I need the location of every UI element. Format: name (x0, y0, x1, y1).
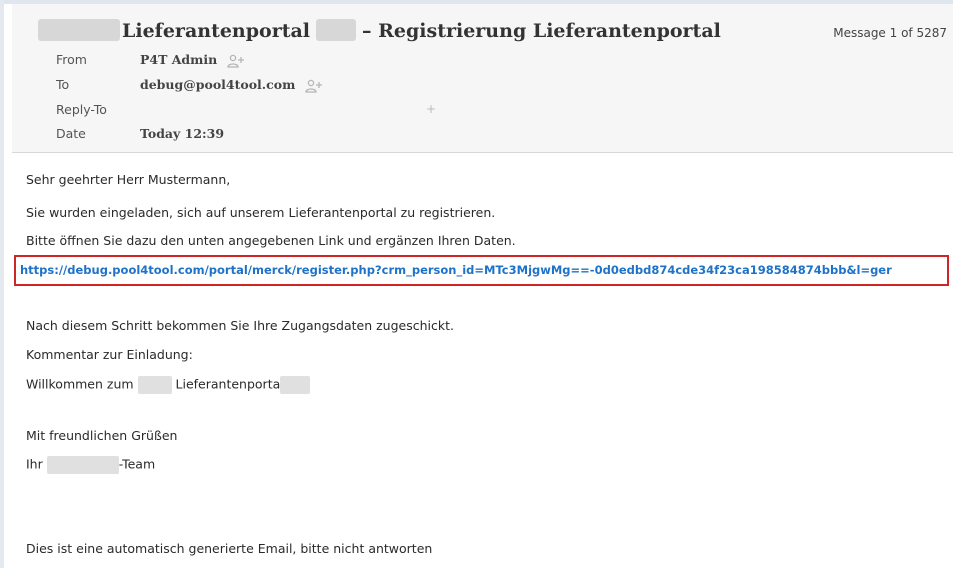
meta-date: Date Today 12:39 (56, 126, 224, 141)
meta-from: From P4T Admin (56, 52, 245, 68)
registration-link[interactable]: https://debug.pool4tool.com/portal/merck… (20, 263, 945, 277)
date-value: Today 12:39 (139, 126, 225, 141)
add-contact-icon[interactable]: + (426, 102, 436, 116)
welcome-middle: Lieferantenporta (175, 376, 281, 392)
to-label: To (56, 77, 70, 92)
reply-to-label: Reply-To (56, 102, 107, 117)
redacted-company (46, 456, 119, 474)
greeting-text: Sehr geehrter Herr Mustermann, (26, 172, 231, 187)
signature-prefix: Ihr (26, 456, 43, 472)
comment-label: Kommentar zur Einladung: (26, 347, 193, 362)
signature-line: Ihr -Team (26, 456, 155, 474)
from-value[interactable]: P4T Admin (140, 52, 217, 67)
welcome-line: Willkommen zum Lieferantenporta (26, 376, 311, 394)
message-counter: Message 1 of 5287 (833, 26, 947, 40)
email-header: Lieferantenportal – Registrierung Liefera… (12, 4, 953, 153)
subject-suffix: – Registrierung Lieferantenportal (362, 20, 721, 42)
redacted-company (280, 376, 311, 394)
registration-link-highlight: https://debug.pool4tool.com/portal/merck… (14, 255, 949, 286)
from-label: From (56, 52, 87, 67)
window-left-border (0, 0, 4, 568)
subject-title: Lieferantenportal (122, 20, 311, 42)
body-line-3: Nach diesem Schritt bekommen Sie Ihre Zu… (26, 318, 454, 333)
redacted-company (38, 19, 120, 41)
person-plus-icon[interactable] (305, 79, 323, 93)
meta-reply-to: Reply-To + (56, 102, 476, 117)
redacted-company (137, 376, 172, 394)
signature-suffix: -Team (118, 456, 156, 472)
to-value[interactable]: debug@pool4tool.com (140, 77, 295, 92)
meta-to: To debug@pool4tool.com (56, 77, 323, 93)
redacted-company (316, 19, 357, 41)
body-line-2: Bitte öffnen Sie dazu den unten angegebe… (26, 233, 516, 248)
closing-text: Mit freundlichen Grüßen (26, 428, 178, 443)
welcome-prefix: Willkommen zum (26, 376, 134, 392)
person-plus-icon[interactable] (227, 54, 245, 68)
footer-note: Dies ist eine automatisch generierte Ema… (26, 541, 433, 556)
email-subject: Lieferantenportal – Registrierung Liefera… (38, 19, 721, 43)
body-line-1: Sie wurden eingeladen, sich auf unserem … (26, 205, 496, 220)
date-label: Date (56, 126, 86, 141)
